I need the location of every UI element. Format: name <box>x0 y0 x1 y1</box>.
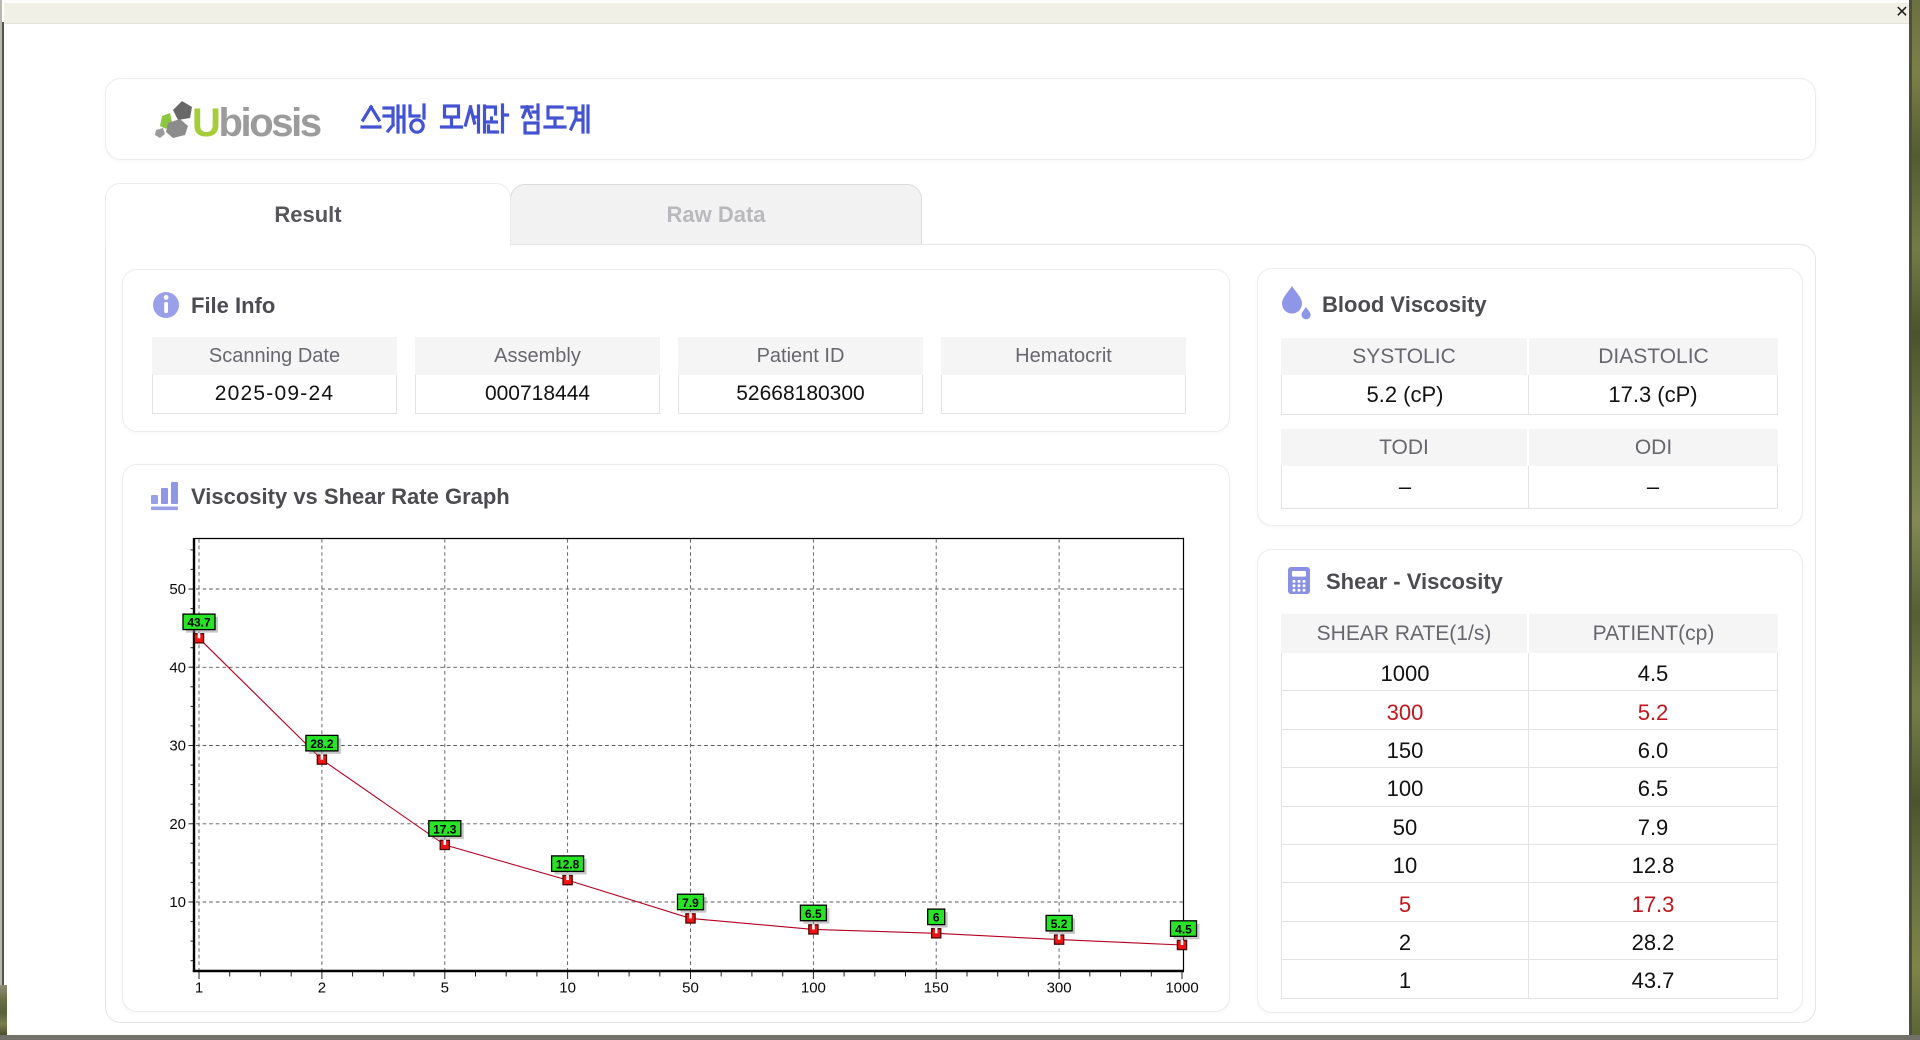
svg-text:6.5: 6.5 <box>805 907 822 921</box>
svg-text:1000: 1000 <box>1165 980 1198 997</box>
svg-text:Ubiosis: Ubiosis <box>192 101 321 145</box>
svg-text:7.9: 7.9 <box>682 896 699 910</box>
svg-text:5: 5 <box>441 980 449 997</box>
svg-text:20: 20 <box>169 816 186 833</box>
svg-text:150: 150 <box>924 980 949 997</box>
svg-text:5.2: 5.2 <box>1051 917 1068 931</box>
svg-text:10: 10 <box>559 980 576 997</box>
svg-text:17.3: 17.3 <box>433 822 457 836</box>
svg-text:40: 40 <box>169 659 186 676</box>
svg-text:1: 1 <box>195 980 203 997</box>
svg-text:50: 50 <box>682 980 699 997</box>
svg-text:4.5: 4.5 <box>1175 922 1192 936</box>
svg-text:2: 2 <box>318 980 326 997</box>
svg-text:300: 300 <box>1047 980 1072 997</box>
svg-text:30: 30 <box>169 738 186 755</box>
svg-text:50: 50 <box>169 581 186 598</box>
svg-text:100: 100 <box>801 980 826 997</box>
svg-text:6: 6 <box>933 911 940 925</box>
svg-text:12.8: 12.8 <box>556 858 580 872</box>
svg-text:28.2: 28.2 <box>310 737 334 751</box>
svg-text:43.7: 43.7 <box>187 616 211 630</box>
svg-text:10: 10 <box>169 894 186 911</box>
